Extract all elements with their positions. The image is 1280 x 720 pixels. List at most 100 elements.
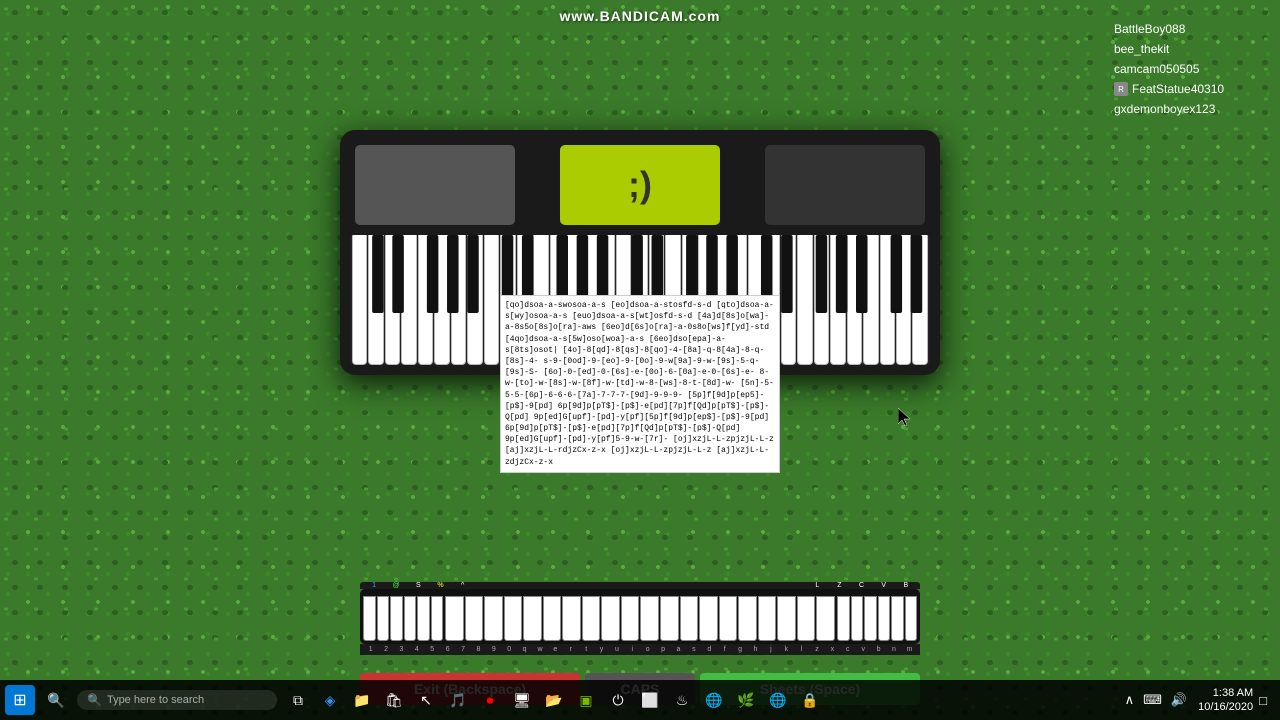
display-text: ;) [628, 164, 652, 206]
piano-key-28[interactable] [797, 235, 812, 365]
browser-icon[interactable]: 🌐 [700, 686, 728, 714]
strip-key-mid-16[interactable] [738, 596, 757, 641]
strip-key-mid-1[interactable] [445, 596, 464, 641]
network-icon[interactable]: 🌐 [764, 686, 792, 714]
strip-key-mid-6[interactable] [543, 596, 562, 641]
notification-icon[interactable]: □ [1256, 693, 1270, 708]
folder2-icon[interactable]: 📂 [540, 686, 568, 714]
file-explorer-icon[interactable]: 📁 [348, 686, 376, 714]
piano-key-29[interactable] [814, 235, 829, 365]
strip-key-mid-14[interactable] [699, 596, 718, 641]
steam-icon[interactable]: ♨ [668, 686, 696, 714]
piano-key-4[interactable] [401, 235, 416, 365]
num-u: u [609, 646, 624, 653]
cursor-icon-tb[interactable]: ↖ [412, 686, 440, 714]
key-label-Z: Z [828, 582, 850, 589]
piano-key-31[interactable] [847, 235, 862, 365]
num-x: x [825, 646, 840, 653]
rec-icon[interactable]: ⏺ [476, 686, 504, 714]
chat-user-4-name: FeatStatue40310 [1132, 82, 1224, 96]
box-icon[interactable]: ⬜ [636, 686, 664, 714]
piano-key-32[interactable] [863, 235, 878, 365]
leaf-icon[interactable]: 🌿 [732, 686, 760, 714]
num-8: 8 [471, 646, 486, 653]
store-icon[interactable]: 🛍 [380, 686, 408, 714]
strip-key-mid-15[interactable] [719, 596, 738, 641]
num-9: 9 [486, 646, 501, 653]
strip-key-mid-11[interactable] [640, 596, 659, 641]
strip-key-right-3[interactable] [864, 596, 877, 641]
strip-key-mid-2[interactable] [465, 596, 484, 641]
piano-key-33[interactable] [880, 235, 895, 365]
date-display: 10/16/2020 [1198, 700, 1253, 714]
strip-key-mid-18[interactable] [777, 596, 796, 641]
sheet-music-text[interactable]: [qo]dsoa-a-swosoa-a-s [eo]dsoa-a-stosfd-… [500, 295, 780, 473]
strip-key-left-6[interactable] [431, 596, 444, 641]
chat-user-5: gxdemonboyex123 [1110, 100, 1270, 118]
strip-key-mid-4[interactable] [504, 596, 523, 641]
search-bar[interactable]: 🔍 [77, 690, 277, 710]
key-label-L: L [806, 582, 828, 589]
strip-key-right-2[interactable] [851, 596, 864, 641]
num-k: k [779, 646, 794, 653]
panel-right [765, 145, 925, 225]
edge-icon[interactable]: ◈ [316, 686, 344, 714]
strip-key-left-2[interactable] [377, 596, 390, 641]
num-w: w [532, 646, 547, 653]
strip-key-right-6[interactable] [905, 596, 918, 641]
strip-key-mid-12[interactable] [660, 596, 679, 641]
piano-key-5[interactable] [418, 235, 433, 365]
strip-key-mid-17[interactable] [758, 596, 777, 641]
piano-key-27[interactable] [781, 235, 796, 365]
strip-key-left-3[interactable] [390, 596, 403, 641]
strip-key-mid-13[interactable] [680, 596, 699, 641]
security-icon[interactable]: 🔒 [796, 686, 824, 714]
strip-key-right-5[interactable] [891, 596, 904, 641]
strip-key-left-4[interactable] [404, 596, 417, 641]
strip-key-left-1[interactable] [363, 596, 376, 641]
strip-key-mid-10[interactable] [621, 596, 640, 641]
strip-key-mid-5[interactable] [523, 596, 542, 641]
strip-key-mid-8[interactable] [582, 596, 601, 641]
volume-icon[interactable]: 🔊 [1168, 692, 1190, 708]
num-d: d [702, 646, 717, 653]
piano-key-9[interactable] [484, 235, 499, 365]
number-row: 1 2 3 4 5 6 7 8 9 0 q w e r t y u i o p … [360, 644, 920, 655]
num-1: 1 [363, 646, 378, 653]
screen-icon[interactable]: 🖥 [508, 686, 536, 714]
strip-key-right-4[interactable] [878, 596, 891, 641]
piano-key-2[interactable] [368, 235, 383, 365]
piano-key-34[interactable] [896, 235, 911, 365]
strip-key-right-1[interactable] [837, 596, 850, 641]
search-input[interactable] [107, 694, 257, 706]
piano-key-8[interactable] [467, 235, 482, 365]
keyboard-icon[interactable]: ⌨ [1140, 692, 1165, 708]
piano-key-7[interactable] [451, 235, 466, 365]
piano-key-6[interactable] [434, 235, 449, 365]
strip-key-mid-3[interactable] [484, 596, 503, 641]
gpu-icon[interactable]: ▣ [572, 686, 600, 714]
piano-key-1[interactable] [352, 235, 367, 365]
piano-key-35[interactable] [912, 235, 927, 365]
key-label-B: B [895, 582, 917, 589]
task-view-icon[interactable]: ⧉ [284, 686, 312, 714]
num-o: o [640, 646, 655, 653]
media-icon[interactable]: 🎵 [444, 686, 472, 714]
num-e: e [548, 646, 563, 653]
taskbar-right: ∧ ⌨ 🔊 1:38 AM 10/16/2020 □ [1122, 686, 1275, 715]
power-icon[interactable]: ⏻ [604, 686, 632, 714]
strip-key-left-5[interactable] [417, 596, 430, 641]
chat-user-1-name: BattleBoy088 [1114, 22, 1185, 36]
strip-key-mid-7[interactable] [562, 596, 581, 641]
piano-key-3[interactable] [385, 235, 400, 365]
strip-key-mid-19[interactable] [797, 596, 816, 641]
piano-key-30[interactable] [830, 235, 845, 365]
num-b: b [871, 646, 886, 653]
num-j: j [763, 646, 778, 653]
strip-key-mid-9[interactable] [601, 596, 620, 641]
display-panel: ;) [560, 145, 720, 225]
start-button[interactable]: ⊞ [5, 685, 35, 715]
num-a: a [671, 646, 686, 653]
strip-key-mid-20[interactable] [816, 596, 835, 641]
chevron-up-icon[interactable]: ∧ [1122, 692, 1138, 708]
